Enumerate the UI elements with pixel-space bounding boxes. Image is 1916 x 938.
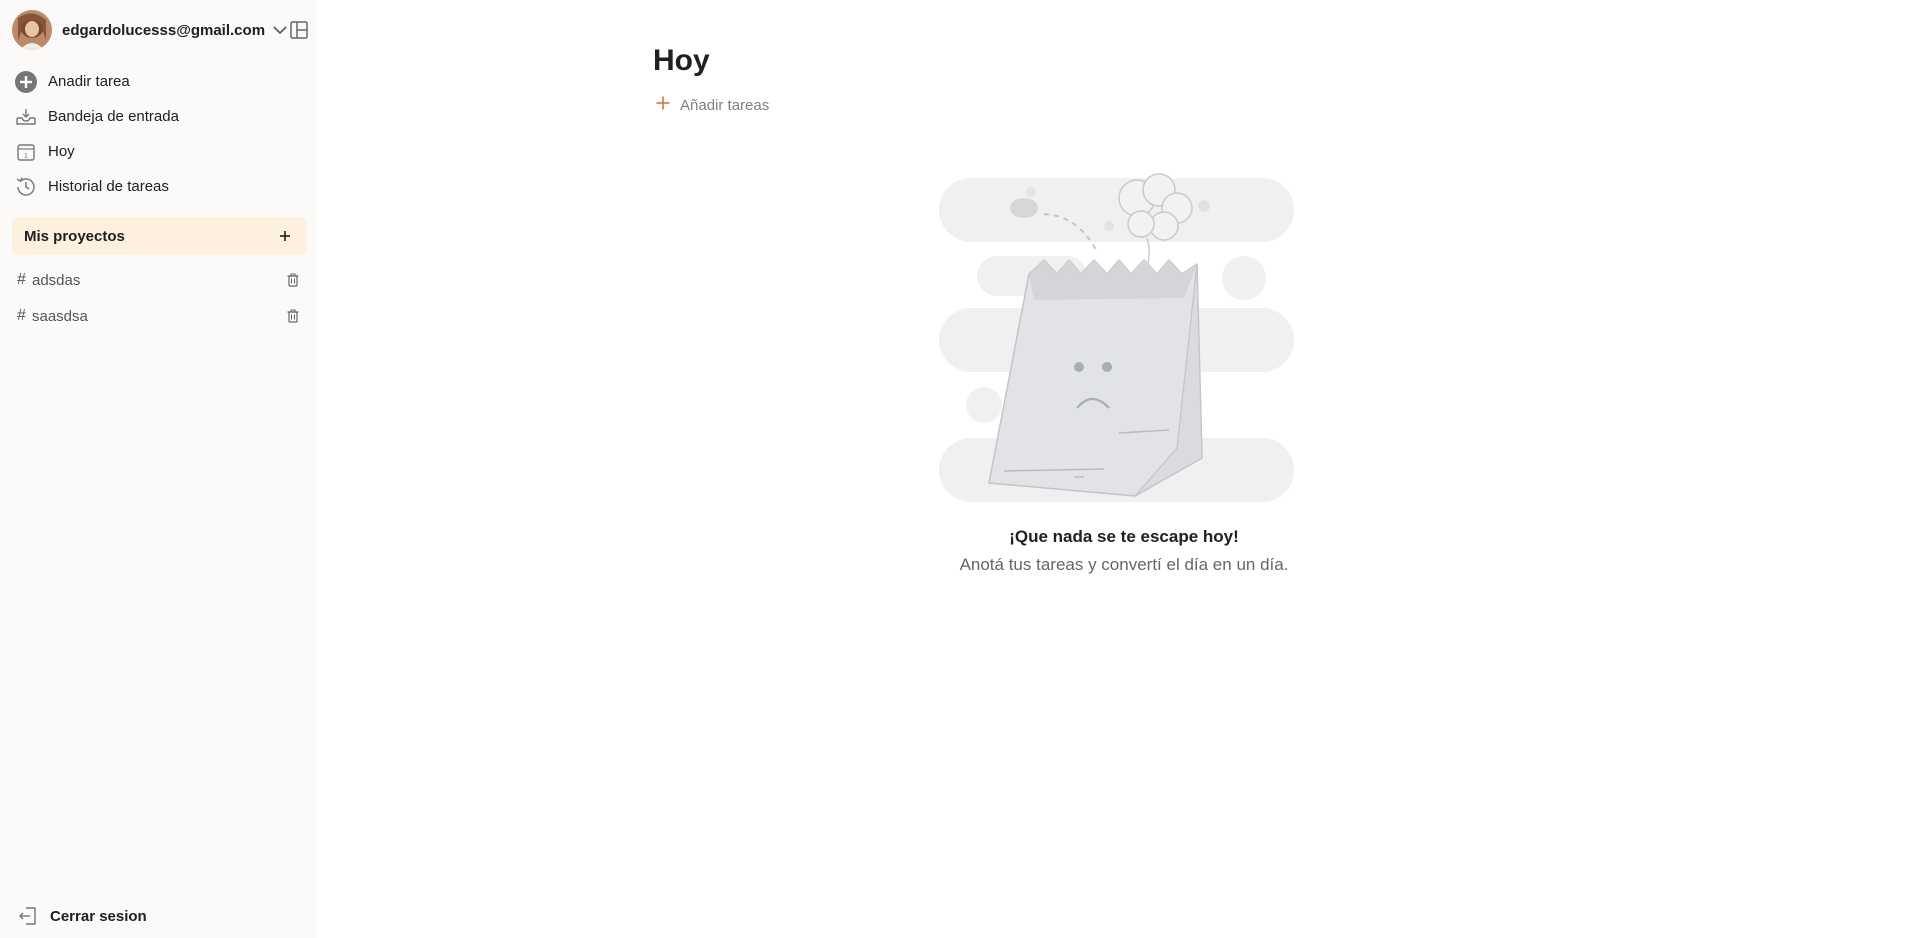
nav-today[interactable]: 1 Hoy [14, 134, 306, 169]
project-item[interactable]: # saasdsa [17, 298, 301, 334]
empty-state-illustration [939, 168, 1299, 508]
add-project-icon[interactable] [276, 227, 294, 245]
toggle-sidebar-icon[interactable] [289, 20, 309, 40]
nav-add-task[interactable]: Anadir tarea [14, 64, 306, 99]
logout-button[interactable]: Cerrar sesion [16, 904, 147, 928]
svg-text:1: 1 [24, 153, 28, 160]
sidebar: edgardolucesss@gmail.com Anadir tarea Ba… [0, 0, 316, 938]
nav-add-task-label: Anadir tarea [48, 73, 130, 90]
nav-inbox-label: Bandeja de entrada [48, 108, 179, 125]
logout-icon [16, 904, 40, 928]
projects-header[interactable]: Mis proyectos [12, 217, 306, 255]
history-icon [14, 175, 38, 199]
main-content: Hoy Añadir tareas ¡Que nada se te escape… [316, 0, 1916, 938]
hash-icon: # [17, 271, 26, 288]
project-name: adsdas [32, 271, 81, 289]
project-item[interactable]: # adsdas [17, 262, 301, 298]
chevron-down-icon[interactable] [271, 21, 289, 39]
nav-today-label: Hoy [48, 143, 75, 160]
nav-inbox[interactable]: Bandeja de entrada [14, 99, 306, 134]
inbox-icon [14, 105, 38, 129]
project-list: # adsdas # saasdsa [17, 262, 301, 334]
add-circle-icon [14, 70, 38, 94]
project-name: saasdsa [32, 307, 88, 325]
sidebar-nav: Anadir tarea Bandeja de entrada 1 Hoy Hi… [14, 66, 306, 204]
calendar-today-icon: 1 [14, 140, 38, 164]
hash-icon: # [17, 307, 26, 324]
projects-title: Mis proyectos [24, 227, 125, 245]
trash-icon[interactable] [285, 308, 301, 324]
logout-label: Cerrar sesion [50, 907, 147, 925]
empty-state-subtitle: Anotá tus tareas y convertí el día en un… [959, 555, 1289, 574]
account-menu[interactable]: edgardolucesss@gmail.com [12, 10, 312, 50]
nav-history-label: Historial de tareas [48, 178, 169, 195]
account-email: edgardolucesss@gmail.com [62, 21, 266, 39]
add-tasks-button[interactable]: Añadir tareas [656, 96, 769, 115]
app-root: edgardolucesss@gmail.com Anadir tarea Ba… [0, 0, 1916, 938]
plus-icon [656, 96, 670, 115]
avatar[interactable] [12, 10, 52, 50]
page-title: Hoy [653, 44, 710, 77]
empty-state-title: ¡Que nada se te escape hoy! [1009, 527, 1239, 546]
nav-history[interactable]: Historial de tareas [14, 169, 306, 204]
trash-icon[interactable] [285, 272, 301, 288]
add-tasks-label: Añadir tareas [680, 97, 770, 114]
